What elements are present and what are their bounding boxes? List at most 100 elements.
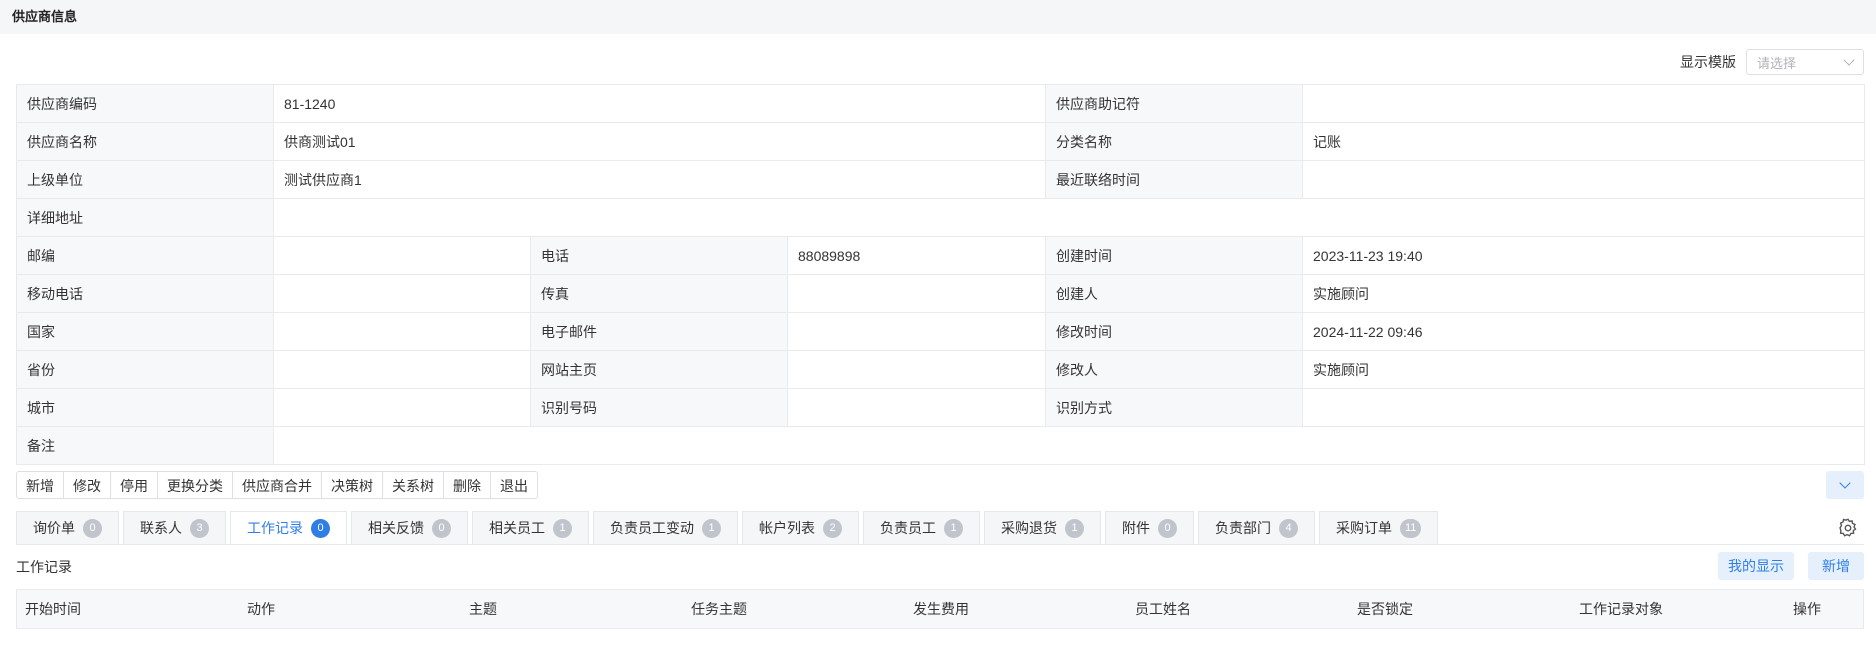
field-value [272,426,1866,465]
tab-label: 相关员工 [489,520,545,536]
field-label: 省份 [16,350,274,389]
field-value: 88089898 [786,236,1047,275]
field-value: 81-1240 [272,84,1047,123]
tab-count-badge: 0 [83,518,102,538]
template-placeholder: 请选择 [1757,55,1797,71]
template-select[interactable]: 请选择 [1746,49,1864,75]
field-label: 电话 [530,236,788,275]
field-value: 2023-11-23 19:40 [1302,236,1866,275]
column-header: 是否锁定 [1357,601,1413,617]
tab-label: 负责员工变动 [610,520,694,536]
add-work-record-button[interactable]: 新增 [1808,552,1864,580]
chevron-down-icon [1839,477,1851,489]
field-value: 测试供应商1 [272,160,1047,199]
column-header: 动作 [247,601,275,617]
tab-count-badge: 4 [1279,518,1298,538]
info-row: 移动电话 传真 创建人 实施顾问 [16,274,1866,313]
toolbar-button[interactable]: 修改 [63,471,111,499]
tab-label: 相关反馈 [368,520,424,536]
chevron-down-icon [1843,54,1855,66]
tab-label: 负责员工 [880,520,936,536]
tab-item[interactable]: 工作记录 0 [230,511,347,545]
field-label: 邮编 [16,236,274,275]
column-header: 发生费用 [913,601,969,617]
tab-item[interactable]: 附件 0 [1105,511,1194,545]
tab-item[interactable]: 询价单 0 [16,511,119,545]
field-value [272,198,1866,237]
field-label: 修改时间 [1045,312,1304,351]
my-display-button[interactable]: 我的显示 [1718,552,1794,580]
tab-item[interactable]: 相关员工 1 [472,511,589,545]
field-value [786,350,1047,389]
field-label: 供应商编码 [16,84,274,123]
toolbar-button[interactable]: 退出 [490,471,538,499]
gear-icon[interactable] [1837,517,1859,539]
tab-count-badge: 0 [1158,518,1177,538]
column-header: 操作 [1793,601,1821,617]
field-value: 实施顾问 [1302,350,1866,389]
info-row: 城市 识别号码 识别方式 [16,388,1866,427]
tab-item[interactable]: 采购退货 1 [984,511,1101,545]
field-label: 国家 [16,312,274,351]
column-header: 开始时间 [25,601,81,617]
field-label: 最近联络时间 [1045,160,1304,199]
field-value [786,274,1047,313]
field-value: 2024-11-22 09:46 [1302,312,1866,351]
field-label: 城市 [16,388,274,427]
field-label: 详细地址 [16,198,274,237]
tab-label: 负责部门 [1215,520,1271,536]
field-value: 实施顾问 [1302,274,1866,313]
tab-item[interactable]: 采购订单 11 [1319,511,1439,545]
tab-item[interactable]: 帐户列表 2 [742,511,859,545]
collapse-button[interactable] [1826,471,1864,499]
field-label: 传真 [530,274,788,313]
field-value [273,236,531,275]
toolbar-button[interactable]: 新增 [16,471,64,499]
tab-count-badge: 3 [190,518,209,538]
tab-item[interactable]: 联系人 3 [123,511,226,545]
toolbar-button[interactable]: 决策树 [321,471,383,499]
tab-item[interactable]: 负责员工变动 1 [593,511,738,545]
toolbar-button[interactable]: 供应商合并 [232,471,322,499]
field-label: 识别号码 [530,388,788,427]
detail-tabs: 询价单 0 联系人 3 工作记录 0 相关反馈 0 相关员工 1 负责员工变动 1 帐户列表 2 负责员工 1… [16,511,1439,545]
toolbar-button[interactable]: 更换分类 [157,471,233,499]
field-value [786,388,1047,427]
info-row: 供应商编码 81-1240 供应商助记符 [16,84,1866,123]
field-label: 供应商助记符 [1045,84,1304,123]
field-label: 分类名称 [1045,122,1304,161]
field-label: 移动电话 [16,274,274,313]
info-row: 上级单位 测试供应商1 最近联络时间 [16,160,1866,199]
page-title: 供应商信息 [0,0,1876,34]
toolbar-button[interactable]: 删除 [443,471,491,499]
supplier-info-table: 供应商编码 81-1240 供应商助记符 供应商名称 供商测试01 分类名称 记账 上级单位测… [16,84,1866,465]
tab-count-badge: 1 [944,518,963,538]
field-label: 网站主页 [530,350,788,389]
field-value [786,312,1047,351]
tab-count-badge: 2 [823,518,842,538]
tab-label: 采购订单 [1336,520,1392,536]
template-label: 显示模版 [1680,54,1736,70]
tab-count-badge: 0 [311,518,330,538]
toolbar-button[interactable]: 停用 [110,471,158,499]
tab-item[interactable]: 负责员工 1 [863,511,980,545]
tab-item[interactable]: 相关反馈 0 [351,511,468,545]
field-value: 供商测试01 [272,122,1047,161]
field-value [273,312,531,351]
field-label: 创建人 [1045,274,1304,313]
field-label: 备注 [16,426,274,465]
info-row: 详细地址 [16,198,1866,237]
template-selector-row: 显示模版 请选择 [1680,48,1864,76]
work-record-grid-header: 开始时间 动作 主题 任务主题 发生费用 员工姓名 是否锁定 工作记录对象 操作 [16,589,1864,629]
field-value [273,388,531,427]
action-toolbar: 新增 修改 停用 更换分类 供应商合并 决策树 关系树 删除 退出 [16,471,538,499]
field-label: 修改人 [1045,350,1304,389]
info-row: 邮编 电话 88089898 创建时间 2023-11-23 19:40 [16,236,1866,275]
info-row: 国家 电子邮件 修改时间 2024-11-22 09:46 [16,312,1866,351]
field-value [273,274,531,313]
toolbar-button[interactable]: 关系树 [382,471,444,499]
field-label: 创建时间 [1045,236,1304,275]
field-value [1302,160,1866,199]
tab-label: 询价单 [33,520,75,536]
tab-item[interactable]: 负责部门 4 [1198,511,1315,545]
